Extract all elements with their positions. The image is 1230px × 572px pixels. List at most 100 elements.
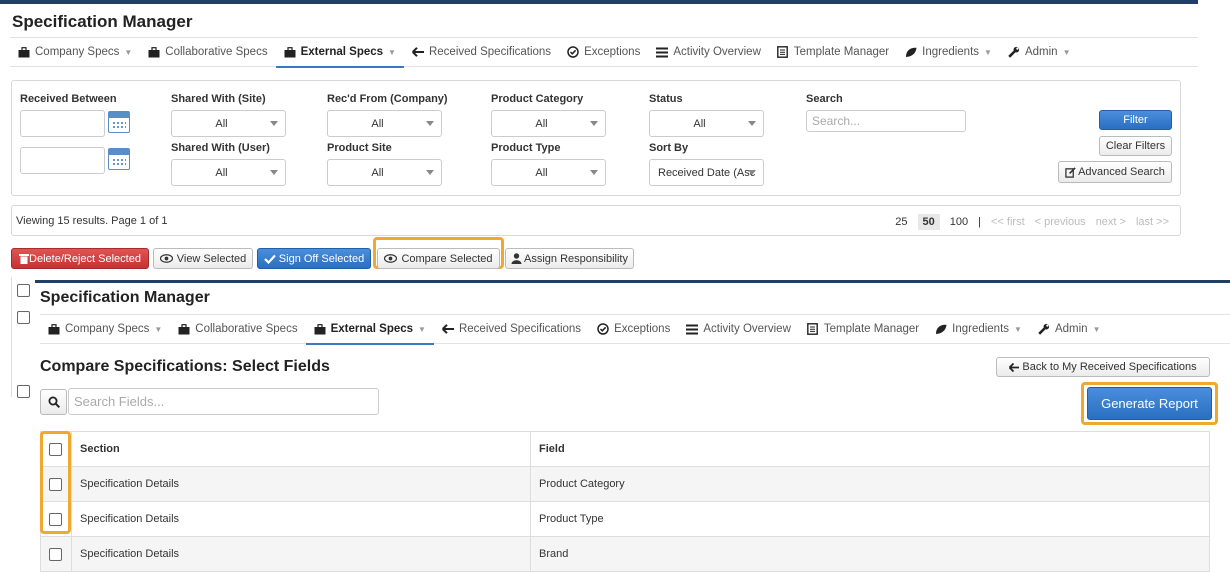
nav-item-label: External Specs xyxy=(330,323,414,335)
table-row[interactable]: Specification Details Product Category xyxy=(40,466,1210,502)
chevron-down-icon: ▼ xyxy=(418,324,426,334)
search-fields-input[interactable]: Search Fields... xyxy=(68,388,379,415)
chevron-down-icon: ▼ xyxy=(1062,47,1071,57)
nav-item-company-specs[interactable]: Company Specs ▼ xyxy=(40,314,170,344)
assign-responsibility-button[interactable]: Assign Responsibility xyxy=(505,248,634,269)
nav-item-label: Admin xyxy=(1054,323,1088,335)
arrow-left-icon xyxy=(1009,362,1020,372)
table-header-row: Section Field xyxy=(40,431,1210,467)
advanced-search-button[interactable]: Advanced Search xyxy=(1058,161,1172,183)
briefcase-icon xyxy=(18,46,30,58)
nav-item-received-specifications[interactable]: Received Specifications xyxy=(404,37,559,67)
product-site-select[interactable]: All xyxy=(327,159,442,186)
nav-item-admin[interactable]: Admin ▼ xyxy=(1000,37,1079,67)
chevron-down-icon: ▼ xyxy=(388,47,396,57)
compare-selected-button[interactable]: Compare Selected xyxy=(377,248,500,269)
nav-item-label: Admin xyxy=(1024,46,1058,58)
nav-item-external-specs[interactable]: External Specs ▼ xyxy=(305,314,435,345)
generate-report-button[interactable]: Generate Report xyxy=(1087,387,1212,420)
nav-item-ingredients[interactable]: Ingredients ▼ xyxy=(927,314,1030,344)
nav-item-activity-overview[interactable]: Activity Overview xyxy=(648,37,769,67)
shared-with-user-value: All xyxy=(215,166,228,179)
wrench-icon xyxy=(1008,46,1020,58)
last-page-link[interactable]: last >> xyxy=(1136,216,1169,228)
row-checkbox-cell xyxy=(40,536,72,572)
delete-reject-button[interactable]: Delete/Reject Selected xyxy=(11,248,149,269)
back-button[interactable]: Back to My Received Specifications xyxy=(996,357,1210,377)
document-icon xyxy=(777,46,789,58)
next-page-link[interactable]: next > xyxy=(1096,216,1126,228)
section-cell: Specification Details xyxy=(71,466,531,502)
results-summary: Viewing 15 results. Page 1 of 1 xyxy=(16,215,168,227)
user-icon xyxy=(511,253,522,264)
chevron-down-icon: ▼ xyxy=(154,324,163,334)
section-cell: Specification Details xyxy=(71,501,531,537)
sign-off-button[interactable]: Sign Off Selected xyxy=(257,248,371,269)
status-value: All xyxy=(693,117,706,130)
previous-page-link[interactable]: < previous xyxy=(1035,216,1086,228)
table-row[interactable]: Specification Details Product Type xyxy=(40,501,1210,537)
shared-with-site-select[interactable]: All xyxy=(171,110,286,137)
received-between-label: Received Between xyxy=(20,93,117,105)
product-category-select[interactable]: All xyxy=(491,110,606,137)
received-to-date-input[interactable] xyxy=(20,147,105,174)
view-selected-button[interactable]: View Selected xyxy=(153,248,253,269)
page-size-50[interactable]: 50 xyxy=(917,214,940,230)
recd-from-company-label: Rec'd From (Company) xyxy=(327,93,448,105)
recd-from-company-select[interactable]: All xyxy=(327,110,442,137)
advanced-search-label: Advanced Search xyxy=(1078,166,1165,178)
arrow-left-icon xyxy=(411,46,424,58)
page-size-100[interactable]: 100 xyxy=(950,216,968,228)
nav-item-admin[interactable]: Admin ▼ xyxy=(1030,314,1109,344)
nav-item-received-specifications[interactable]: Received Specifications xyxy=(434,314,589,344)
page-size-25[interactable]: 25 xyxy=(895,216,907,228)
nav-item-company-specs[interactable]: Company Specs ▼ xyxy=(10,37,140,67)
sort-by-select[interactable]: Received Date (Asc xyxy=(649,159,764,186)
briefcase-icon xyxy=(284,46,296,58)
compare-selected-label: Compare Selected xyxy=(401,252,493,265)
row-checkbox[interactable] xyxy=(49,547,62,561)
filter-button[interactable]: Filter xyxy=(1099,110,1172,130)
check-circle-icon xyxy=(597,323,609,335)
search-button[interactable] xyxy=(40,389,67,415)
results-bar: Viewing 15 results. Page 1 of 1 25 50 10… xyxy=(11,205,1181,236)
nav-item-ingredients[interactable]: Ingredients ▼ xyxy=(897,37,1000,67)
compare-screen: Specification Manager Company Specs ▼ Coll… xyxy=(35,280,1230,572)
nav-item-collaborative-specs[interactable]: Collaborative Specs xyxy=(140,37,275,67)
trash-icon xyxy=(19,254,30,264)
nav-item-activity-overview[interactable]: Activity Overview xyxy=(678,314,799,344)
field-cell: Product Category xyxy=(530,466,1210,502)
product-type-select[interactable]: All xyxy=(491,159,606,186)
eye-icon xyxy=(159,254,173,263)
shared-with-site-value: All xyxy=(215,117,228,130)
calendar-icon[interactable] xyxy=(108,111,130,133)
nav-item-exceptions[interactable]: Exceptions xyxy=(559,37,648,67)
nav-item-template-manager[interactable]: Template Manager xyxy=(799,314,927,344)
sort-by-label: Sort By xyxy=(649,142,689,154)
clear-filters-button[interactable]: Clear Filters xyxy=(1099,136,1172,156)
nav-item-exceptions[interactable]: Exceptions xyxy=(589,314,678,344)
row-checkbox[interactable] xyxy=(17,284,30,297)
chevron-down-icon: ▼ xyxy=(984,47,992,57)
row-checkbox[interactable] xyxy=(17,385,30,398)
top-accent-bar xyxy=(35,280,1230,283)
nav-item-external-specs[interactable]: External Specs ▼ xyxy=(275,37,405,68)
nav-item-label: Company Specs xyxy=(65,323,150,335)
search-input[interactable]: Search... xyxy=(806,110,966,132)
first-page-link[interactable]: << first xyxy=(991,216,1025,228)
page-title: Compare Specifications: Select Fields xyxy=(40,358,330,375)
product-category-value: All xyxy=(535,117,548,130)
table-row[interactable]: Specification Details Brand xyxy=(40,536,1210,572)
status-select[interactable]: All xyxy=(649,110,764,137)
shared-with-site-label: Shared With (Site) xyxy=(171,93,266,105)
shared-with-user-select[interactable]: All xyxy=(171,159,286,186)
product-type-label: Product Type xyxy=(491,142,561,154)
app-title: Specification Manager xyxy=(40,289,210,306)
nav-item-label: Company Specs xyxy=(35,46,120,58)
nav-item-collaborative-specs[interactable]: Collaborative Specs xyxy=(170,314,305,344)
nav-item-template-manager[interactable]: Template Manager xyxy=(769,37,897,67)
list-icon xyxy=(686,323,699,335)
received-from-date-input[interactable] xyxy=(20,110,105,137)
calendar-icon[interactable] xyxy=(108,148,130,170)
row-checkbox[interactable] xyxy=(17,311,30,324)
